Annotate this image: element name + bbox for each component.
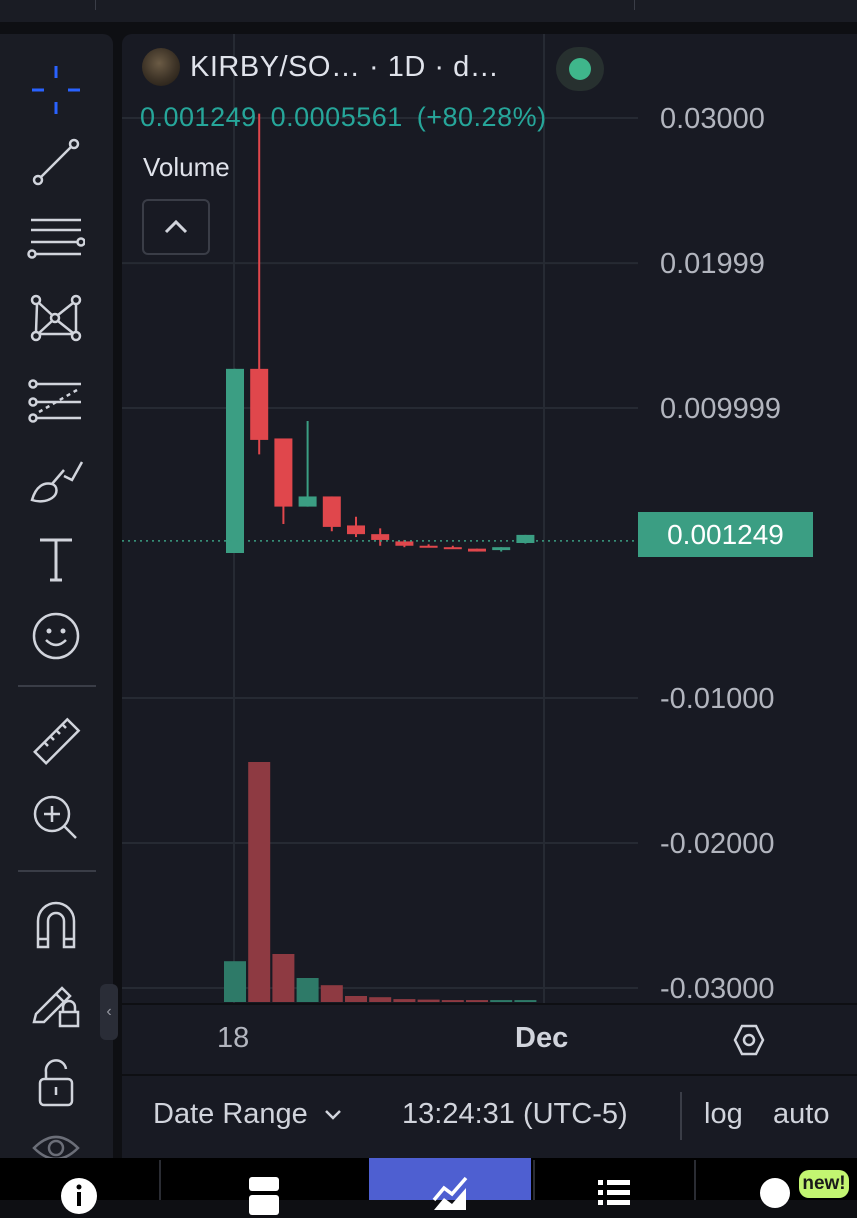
chevron-up-icon [164,219,188,234]
candle-body [274,438,293,507]
chart-settings-button[interactable] [726,1018,772,1062]
date-range-label: Date Range [153,1098,308,1130]
y-axis-tick-label: 0.009999 [660,393,781,425]
volume-bar [296,978,319,1002]
candle-body [443,547,462,550]
last-price-label: 0.001249 [638,512,813,557]
bottom-nav [0,1158,857,1215]
candle-body [250,368,269,440]
candle-body [298,496,317,507]
list-icon [598,1180,630,1205]
y-axis-tick-label: -0.03000 [660,973,775,1005]
layout-icon [249,1177,279,1215]
candle-body [419,545,438,548]
nav-chart[interactable] [369,1158,531,1210]
unlock-tool[interactable] [24,1056,88,1112]
x-axis-label: Dec [515,1022,569,1054]
candle-body [322,496,341,527]
volume-bar [417,999,440,1002]
volume-bar [466,1000,488,1002]
volume-bar [490,1000,513,1002]
collapse-volume-button[interactable] [142,199,210,255]
chart-icon [432,1176,468,1210]
volume-label: Volume [143,152,230,182]
price-change-pct: (+80.28%) [416,102,547,132]
candle-body [516,534,535,543]
volume-bar [320,985,343,1002]
symbol-name[interactable]: KIRBY/SO… · 1D · d… [190,51,499,84]
timezone-clock[interactable]: 13:24:31 (UTC-5) [402,1098,628,1131]
unlock-icon [38,1059,74,1107]
candle-body [468,548,486,552]
volume-bar [514,1000,537,1002]
price-change: 0.0005561 [270,102,403,132]
price-readout: 0.001249 0.0005561 (+80.28%) [140,102,561,133]
nav-info[interactable] [0,1158,158,1214]
token-avatar [142,48,180,86]
bottom-divider [122,1074,857,1076]
volume-bar [369,997,392,1002]
y-axis-tick-label: 0.03000 [660,103,765,135]
candle-body [492,547,511,551]
nav-orders[interactable] [161,1158,367,1215]
volume-bar [224,961,246,1002]
current-price: 0.001249 [140,102,257,132]
volume-bar [248,762,271,1002]
volume-bar [393,999,416,1002]
new-badge: new! [799,1170,849,1198]
status-dot-icon [569,58,591,80]
x-axis-label: 18 [217,1022,250,1054]
candle-body [395,541,414,546]
info-icon [61,1178,97,1214]
symbol-legend[interactable]: KIRBY/SO… · 1D · d… [142,48,499,86]
settings-icon [733,1024,765,1056]
chevron-down-icon [324,1110,341,1121]
candle-body [371,534,390,540]
bottom-bar-divider [680,1092,682,1140]
log-scale-toggle[interactable]: log [704,1098,743,1131]
date-range-button[interactable]: Date Range [153,1098,342,1131]
y-axis-tick-label: 0.01999 [660,248,765,280]
volume-bar [441,1000,464,1002]
volume-bar [345,996,367,1002]
nav-list[interactable] [535,1158,693,1205]
y-axis-tick-label: -0.01000 [660,683,775,715]
candle-body [347,525,365,535]
auto-scale-toggle[interactable]: auto [773,1098,829,1131]
hide-drawings-tool[interactable] [24,1128,88,1158]
y-axis-tick-label: -0.02000 [660,828,775,860]
candle-body [226,368,244,553]
price-chart[interactable]: 0.03000 0.01999 0.009999 -0.01000 -0.02000 -0… [0,0,857,1010]
market-status[interactable] [556,47,604,91]
eye-icon [32,1135,80,1158]
volume-bar [272,954,295,1002]
chat-icon [759,1178,790,1208]
